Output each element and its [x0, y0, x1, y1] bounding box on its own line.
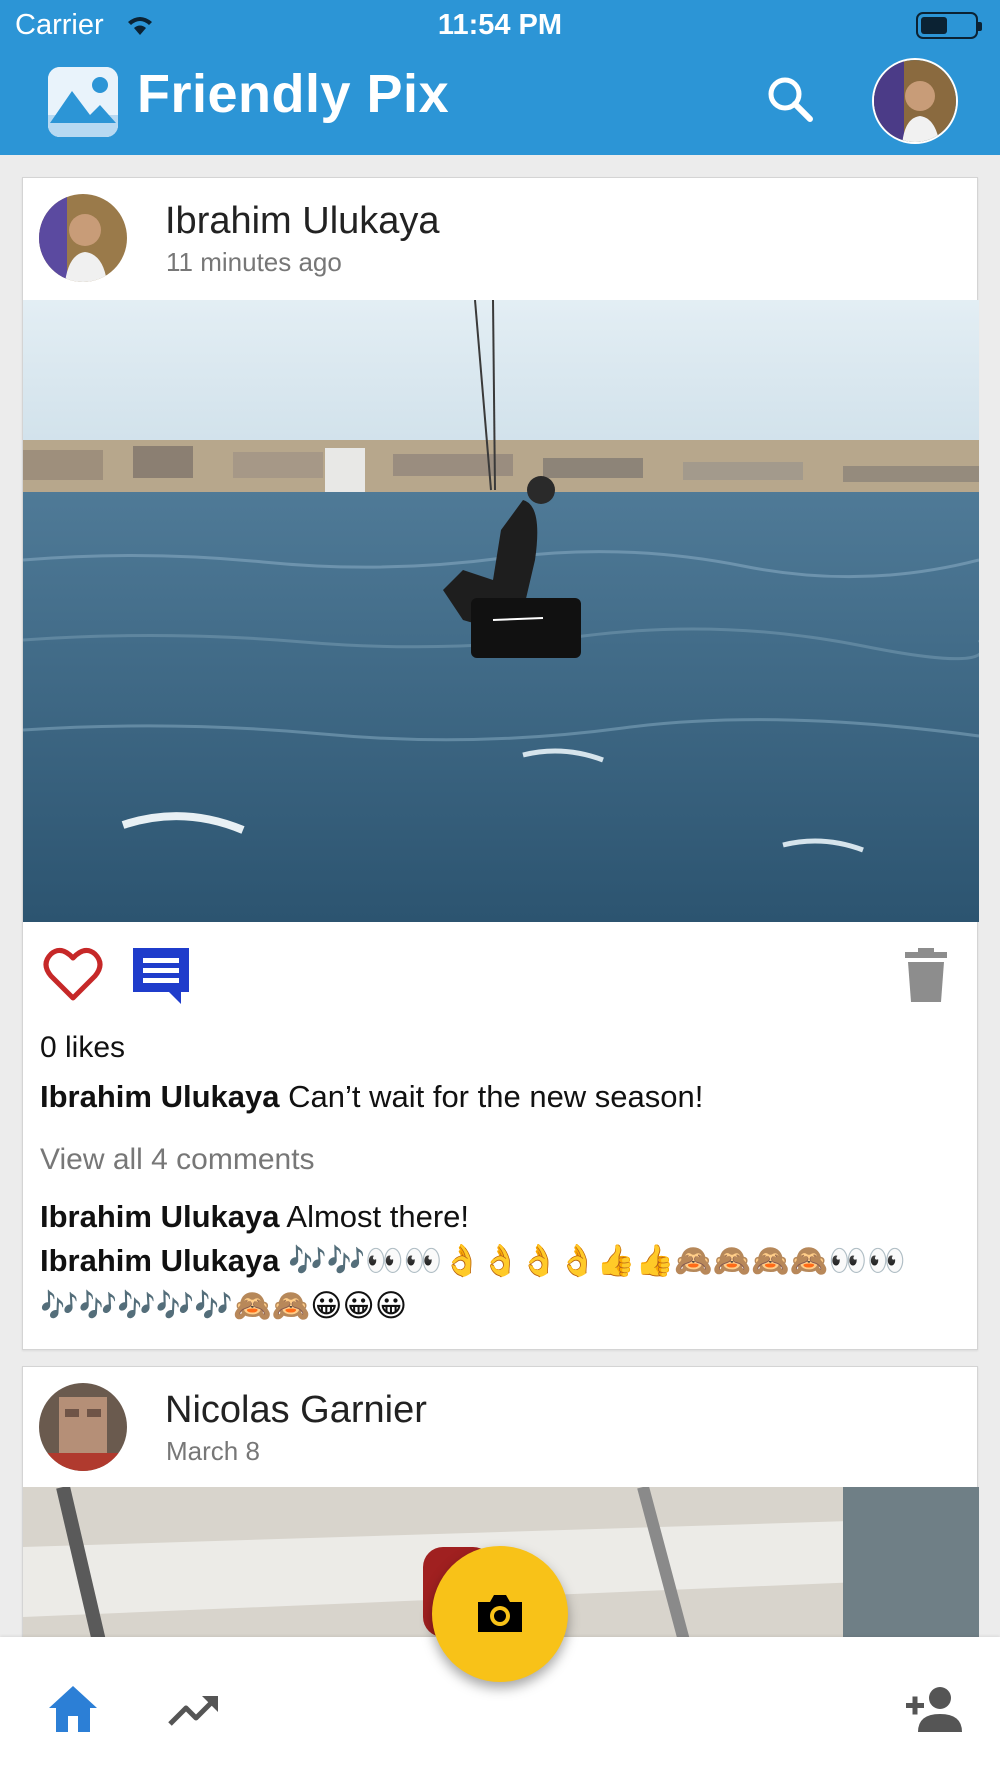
status-bar: Carrier 11:54 PM — [0, 0, 1000, 50]
post-caption: Ibrahim Ulukaya Can’t wait for the new s… — [40, 1079, 960, 1115]
post-time: March 8 — [166, 1436, 260, 1466]
post-author[interactable]: Ibrahim Ulukaya — [165, 200, 440, 243]
caption-text: Can’t wait for the new season! — [288, 1079, 704, 1114]
trending-icon[interactable] — [166, 1684, 222, 1740]
heart-icon[interactable] — [43, 946, 103, 1002]
comment-text: Almost there! — [286, 1199, 470, 1234]
logo-icon — [48, 67, 118, 137]
add-user-icon[interactable] — [902, 1682, 964, 1738]
comment-author[interactable]: Ibrahim Ulukaya — [40, 1199, 279, 1234]
app-title: Friendly Pix — [137, 64, 450, 124]
likes-count: 0 likes — [40, 1031, 126, 1064]
app-header: Carrier 11:54 PM Friendly Pix — [0, 0, 1000, 155]
camera-icon — [478, 1595, 522, 1632]
home-icon[interactable] — [45, 1682, 101, 1738]
battery-icon — [916, 12, 982, 39]
trash-icon[interactable] — [901, 948, 951, 1004]
avatar[interactable] — [39, 194, 127, 282]
post-photo[interactable] — [23, 300, 979, 922]
avatar[interactable] — [39, 1383, 127, 1471]
comment-item: Ibrahim Ulukaya Almost there! — [40, 1194, 960, 1239]
search-icon[interactable] — [765, 74, 815, 124]
avatar[interactable] — [872, 58, 958, 144]
camera-button[interactable] — [432, 1546, 568, 1682]
post-author[interactable]: Nicolas Garnier — [165, 1389, 427, 1432]
view-all-comments-link[interactable]: View all 4 comments — [40, 1143, 315, 1177]
caption-author[interactable]: Ibrahim Ulukaya — [40, 1079, 279, 1114]
comment-author[interactable]: Ibrahim Ulukaya — [40, 1243, 279, 1278]
comment-icon[interactable] — [131, 946, 191, 1006]
comment-item: Ibrahim Ulukaya 🎶🎶👀👀👌👌👌👌👍👍🙈🙈🙈🙈👀👀🎶🎶🎶🎶🎶🙈🙈😀… — [40, 1238, 960, 1328]
post-card: Ibrahim Ulukaya 11 minutes ago 0 likes I… — [22, 177, 979, 1350]
post-time: 11 minutes ago — [166, 247, 342, 277]
status-time: 11:54 PM — [437, 9, 563, 41]
